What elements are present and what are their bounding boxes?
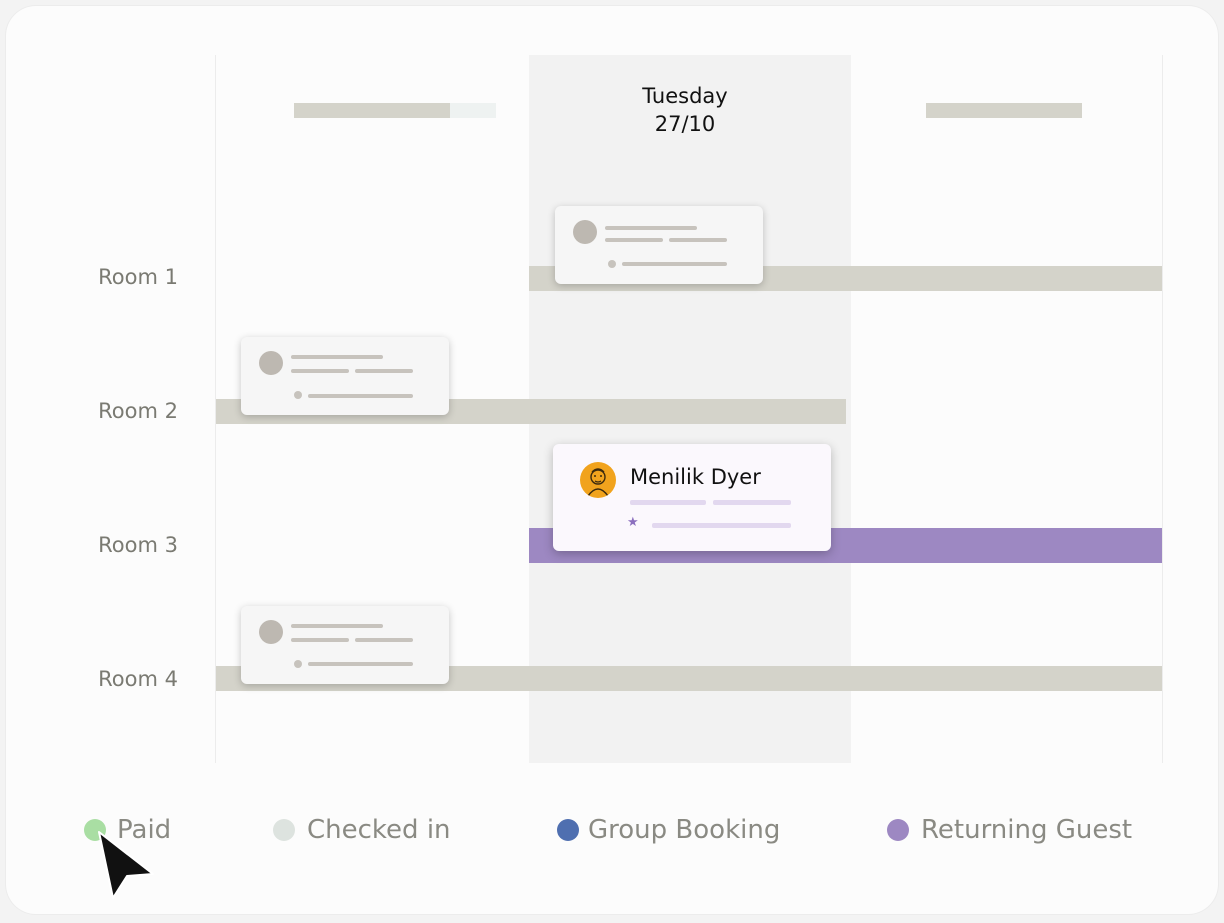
checked-in-dot-icon <box>273 819 295 841</box>
day-header-placeholder-fade <box>450 103 496 118</box>
group-booking-dot-icon <box>557 819 579 841</box>
room-label-4: Room 4 <box>98 667 178 691</box>
star-icon: ★ <box>627 515 639 530</box>
cursor-icon <box>98 831 154 899</box>
booking-card-room-2[interactable] <box>241 337 449 415</box>
guest-avatar <box>580 462 616 498</box>
avatar <box>259 620 283 644</box>
avatar <box>573 220 597 244</box>
day-header-placeholder <box>926 103 1082 118</box>
room-label-3: Room 3 <box>98 533 178 557</box>
legend-group-booking: Group Booking <box>557 815 780 845</box>
booking-card-room-4[interactable] <box>241 606 449 684</box>
booking-card-room-1[interactable] <box>555 206 763 284</box>
day-header-tuesday[interactable]: Tuesday 27/10 <box>529 82 841 138</box>
guest-booking-card[interactable]: Menilik Dyer ★ <box>553 444 831 551</box>
legend-checked-in: Checked in <box>273 815 451 845</box>
column-divider <box>1162 55 1163 763</box>
returning-guest-dot-icon <box>887 819 909 841</box>
guest-name: Menilik Dyer <box>630 465 761 489</box>
room-label-2: Room 2 <box>98 399 178 423</box>
room-label-1: Room 1 <box>98 265 178 289</box>
day-name: Tuesday <box>642 84 728 108</box>
day-date: 27/10 <box>654 112 716 136</box>
legend-returning-guest: Returning Guest <box>887 815 1132 845</box>
avatar <box>259 351 283 375</box>
day-header-placeholder <box>294 103 450 118</box>
